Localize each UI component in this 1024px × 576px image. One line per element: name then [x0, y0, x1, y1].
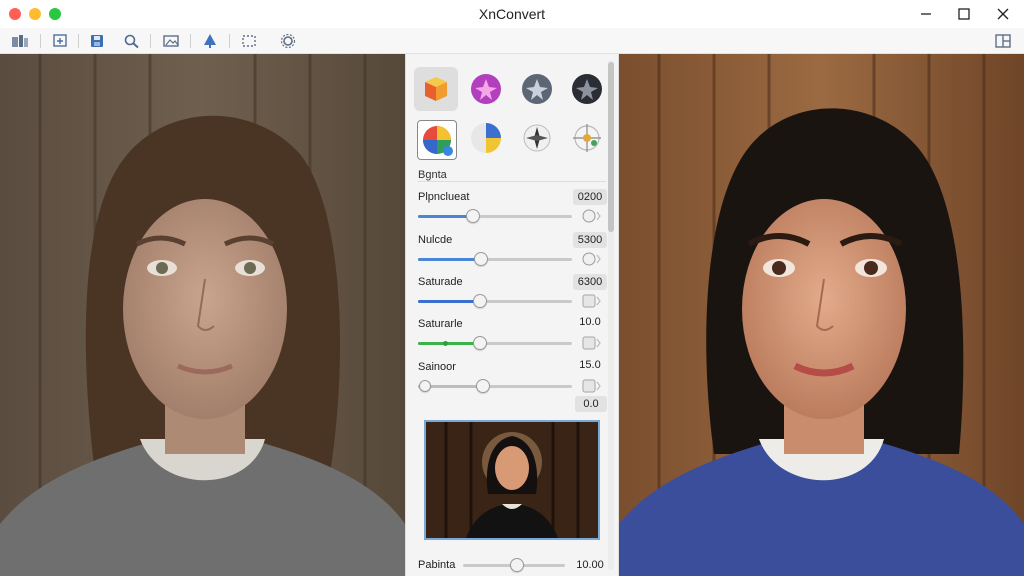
- slider-fill: [418, 258, 482, 261]
- slider-label: Saturade: [418, 276, 463, 288]
- save-icon: [91, 35, 103, 47]
- save-button[interactable]: [87, 31, 107, 51]
- export-icon: [53, 34, 67, 47]
- slider-fill: [418, 342, 480, 345]
- close-icon: [997, 8, 1009, 20]
- half-wheel-preset-icon: [471, 123, 501, 153]
- layout-button[interactable]: [993, 31, 1013, 51]
- preset-cube[interactable]: [414, 67, 458, 111]
- extra-value[interactable]: 0.0: [575, 396, 607, 412]
- slider-reset-icon[interactable]: [582, 209, 602, 223]
- slider-label: Saturarle: [418, 318, 463, 330]
- slider-value[interactable]: 5300: [573, 232, 607, 248]
- slider-reset-icon[interactable]: [582, 294, 602, 308]
- slider-label: Nulcde: [418, 234, 453, 246]
- sharpen-button[interactable]: [200, 31, 220, 51]
- slider-knob[interactable]: [472, 294, 487, 308]
- layout-icon: [995, 34, 1011, 48]
- zoom-button[interactable]: [122, 31, 142, 51]
- sharpen-icon: [204, 34, 216, 48]
- maximize-button[interactable]: [953, 4, 975, 24]
- browse-button[interactable]: [10, 31, 30, 51]
- slider-reset-icon[interactable]: [582, 336, 602, 350]
- image-button[interactable]: [161, 31, 181, 51]
- preset-gray-star[interactable]: [515, 67, 559, 111]
- crop-icon: [242, 35, 256, 47]
- preset-color-wheel[interactable]: [417, 120, 457, 160]
- gray-star-preset-icon: [522, 74, 552, 104]
- title-bar: XnConvert: [0, 0, 1024, 28]
- slider-knob[interactable]: [472, 336, 487, 350]
- preset-dark-star[interactable]: [565, 67, 609, 111]
- settings-icon: [280, 33, 296, 49]
- preview-image: [619, 54, 1024, 576]
- dark-star-preset-icon: [572, 74, 602, 104]
- crop-button[interactable]: [239, 31, 259, 51]
- slider-knob[interactable]: [475, 379, 490, 393]
- slider-label: Plpnclueat: [418, 191, 470, 203]
- slider-fill: [418, 215, 474, 218]
- window-title: XnConvert: [478, 6, 546, 22]
- slider-value[interactable]: 6300: [573, 274, 607, 290]
- color-wheel-preset-icon: [423, 126, 453, 156]
- slider-fill: [418, 300, 480, 303]
- slider-start-knob[interactable]: [419, 380, 431, 392]
- slider-value[interactable]: 10.0: [573, 316, 607, 328]
- compass-preset-icon: [523, 124, 551, 152]
- browse-icon: [12, 35, 28, 47]
- target-preset-icon: [573, 124, 601, 152]
- export-button[interactable]: [50, 31, 70, 51]
- bottom-slider-label: Pabinta: [418, 559, 456, 571]
- maximize-icon: [958, 8, 970, 20]
- preset-compass[interactable]: [515, 116, 559, 160]
- original-image: [0, 54, 405, 576]
- slider-reset-icon[interactable]: [582, 252, 602, 266]
- slider-value[interactable]: 0200: [573, 189, 607, 205]
- minimize-icon: [921, 13, 931, 15]
- preset-pink-star[interactable]: [464, 67, 508, 111]
- slider-label: Sainoor: [418, 361, 456, 373]
- close-button[interactable]: [992, 4, 1014, 24]
- slider-reset-icon[interactable]: [582, 379, 602, 393]
- slider-marker: [443, 341, 448, 346]
- zoom-icon: [124, 34, 139, 49]
- minimize-button[interactable]: [915, 4, 937, 24]
- settings-button[interactable]: [278, 31, 298, 51]
- image-icon: [163, 35, 179, 47]
- bottom-slider-knob[interactable]: [510, 558, 525, 572]
- preset-half-wheel[interactable]: [464, 116, 508, 160]
- toolbar: [0, 28, 1024, 54]
- section-label: Bgnta: [418, 169, 447, 181]
- bottom-slider-value[interactable]: 10.00: [574, 559, 606, 571]
- cube-preset-icon: [425, 77, 447, 101]
- slider-value[interactable]: 15.0: [573, 359, 607, 371]
- preset-target[interactable]: [565, 116, 609, 160]
- pink-star-preset-icon: [471, 74, 501, 104]
- preview-thumbnail[interactable]: [424, 420, 600, 540]
